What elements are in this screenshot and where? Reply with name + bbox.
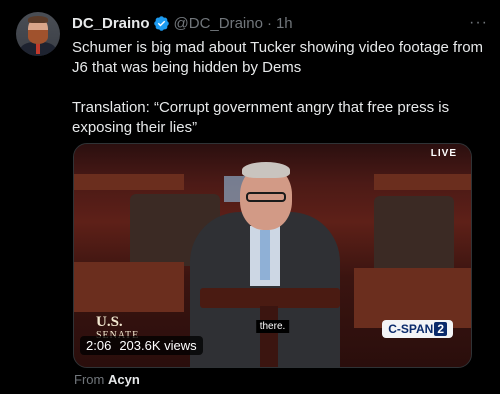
video-player[interactable]: LIVE U.S. SENATE there. C-SPAN2 2:06 203…	[73, 143, 472, 368]
video-views: 203.6K views	[119, 338, 197, 353]
video-caption: there.	[255, 320, 290, 333]
avatar[interactable]	[16, 12, 60, 56]
network-logo-number: 2	[434, 322, 447, 336]
video-meta-pill: 2:06 203.6K views	[80, 336, 203, 355]
avatar-beard	[28, 30, 48, 44]
tweet[interactable]: DC_Draino @DC_Draino · 1h ··· Schumer is…	[0, 0, 500, 394]
senate-logo-line1: U.S.	[96, 314, 123, 330]
speaker-hair	[242, 162, 290, 178]
tweet-text: Schumer is big mad about Tucker showing …	[72, 39, 484, 136]
network-logo: C-SPAN 2	[382, 320, 453, 338]
chamber-seat	[374, 196, 454, 276]
verified-badge-icon	[153, 15, 169, 31]
media-attribution: From Acyn	[74, 372, 140, 387]
speaker-tie	[260, 230, 270, 280]
avatar-hair	[28, 16, 48, 23]
display-name[interactable]: DC_Draino	[72, 15, 150, 32]
video-duration: 2:06	[86, 338, 112, 353]
separator-dot: ·	[266, 14, 272, 32]
foreground-desk	[74, 262, 184, 312]
foreground-desk	[354, 268, 471, 328]
background-desk	[74, 174, 184, 190]
podium-stand	[260, 306, 278, 367]
more-options-icon[interactable]: ···	[469, 14, 488, 32]
attribution-prefix: From	[74, 372, 105, 387]
live-badge: LIVE	[430, 148, 457, 159]
user-handle[interactable]: @DC_Draino	[174, 15, 263, 32]
speaker-glasses	[246, 192, 286, 202]
network-logo-text: C-SPAN	[388, 322, 434, 336]
background-desk	[374, 174, 471, 190]
attribution-source[interactable]: Acyn	[108, 372, 140, 387]
podium	[200, 288, 340, 308]
timestamp[interactable]: 1h	[276, 15, 293, 32]
tweet-header: DC_Draino @DC_Draino · 1h	[72, 14, 482, 32]
